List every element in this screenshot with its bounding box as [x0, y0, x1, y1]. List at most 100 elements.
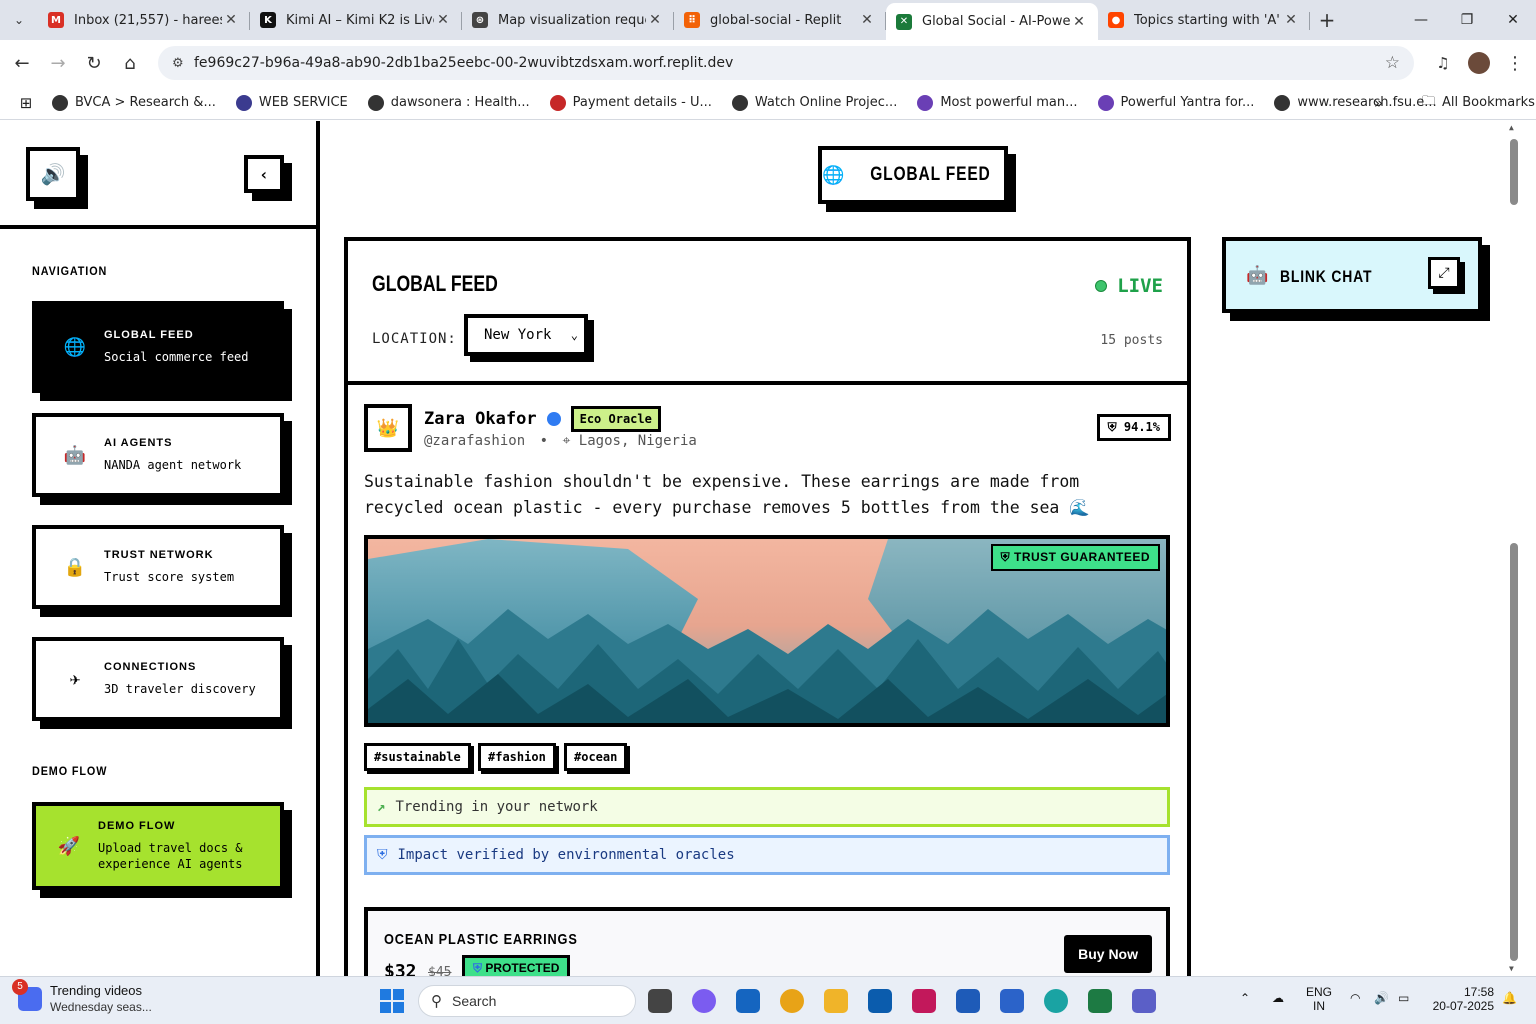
notifications-bell-icon[interactable]: 🔔	[1502, 991, 1517, 1005]
author-handle: @zarafashion	[424, 433, 526, 449]
bookmark-star-icon[interactable]: ☆	[1385, 53, 1400, 73]
widgets-button[interactable]: 5 Trending videos Wednesday seas...	[12, 978, 152, 1014]
tag-fashion[interactable]: #fashion	[478, 743, 556, 771]
bookmark-item[interactable]: Powerful Yantra for...	[1097, 94, 1254, 111]
sidebar-item-global-feed[interactable]: 🌐 GLOBAL FEED Social commerce feed	[32, 301, 284, 393]
task-view-icon[interactable]	[648, 989, 672, 1013]
post-text: Sustainable fashion shouldn't be expensi…	[364, 472, 1090, 517]
start-button[interactable]	[380, 989, 404, 1013]
apps-grid-icon[interactable]: ⊞	[0, 94, 52, 112]
bookmark-item[interactable]: Payment details - U...	[549, 94, 712, 111]
scroll-down-arrow-icon[interactable]: ▼	[1509, 964, 1514, 973]
trust-score-value: 94.1%	[1123, 420, 1160, 434]
demo-flow-card[interactable]: 🚀 DEMO FLOW Upload travel docs & experie…	[32, 802, 284, 890]
show-hidden-icons-chevron-icon[interactable]: ⌃	[1240, 991, 1250, 1005]
reload-button[interactable]: ↻	[79, 48, 109, 78]
sound-toggle-button[interactable]: 🔊	[26, 147, 80, 201]
clock[interactable]: 17:58 20-07-2025	[1428, 985, 1494, 1013]
volume-icon[interactable]: 🔊	[1374, 991, 1389, 1005]
trello-icon[interactable]	[736, 989, 760, 1013]
new-tab-button[interactable]: +	[1310, 0, 1344, 40]
notepad-icon[interactable]	[1000, 989, 1024, 1013]
restore-button[interactable]: ❐	[1444, 0, 1490, 40]
tab-close-icon[interactable]: ✕	[646, 12, 664, 28]
global-feed-header-button[interactable]: 🌐 GLOBAL FEED	[818, 146, 1008, 204]
bookmark-item[interactable]: WEB SERVICE	[235, 94, 348, 111]
tab-title: Global Social - AI-Powered	[922, 14, 1070, 29]
bookmark-label: Most powerful man...	[940, 95, 1078, 110]
home-button[interactable]: ⌂	[115, 48, 145, 78]
bookmark-favicon-icon	[367, 94, 384, 111]
tab-close-icon[interactable]: ✕	[434, 12, 452, 28]
sidebar-item-connections[interactable]: ✈ CONNECTIONS 3D traveler discovery	[32, 637, 284, 721]
scrollbar-inner-thumb[interactable]	[1510, 139, 1518, 205]
post-image[interactable]: ⛨ TRUST GUARANTEED	[364, 535, 1170, 727]
tag-ocean[interactable]: #ocean	[564, 743, 628, 771]
all-bookmarks-button[interactable]: 🗀 All Bookmarks	[1422, 92, 1535, 114]
copilot-icon[interactable]	[692, 989, 716, 1013]
chevron-down-icon: ⌄	[570, 328, 578, 342]
profile-avatar[interactable]	[1464, 48, 1494, 78]
verified-icon	[546, 412, 561, 426]
browser-tab[interactable]: ● Topics starting with 'A' on✕	[1098, 3, 1310, 37]
tab-close-icon[interactable]: ✕	[1070, 14, 1088, 30]
blink-chat-panel[interactable]: 🤖 BLINK CHAT ⤢	[1222, 237, 1482, 313]
file-explorer-icon[interactable]	[824, 989, 848, 1013]
media-control-icon[interactable]: ♫	[1428, 48, 1458, 78]
edge-icon[interactable]	[1044, 989, 1068, 1013]
bookmark-item[interactable]: Most powerful man...	[917, 94, 1078, 111]
tab-close-icon[interactable]: ✕	[858, 12, 876, 28]
tab-search-button[interactable]: ⌄	[0, 0, 38, 40]
teams-icon[interactable]	[1132, 989, 1156, 1013]
bookmark-item[interactable]: BVCA > Research &...	[52, 94, 216, 111]
buy-now-button[interactable]: Buy Now	[1064, 935, 1152, 973]
shield-icon: ⛨	[1000, 550, 1011, 564]
excel-icon[interactable]	[1088, 989, 1112, 1013]
expand-chat-button[interactable]: ⤢	[1428, 257, 1460, 289]
bookmark-item[interactable]: www.research.fsu.e...	[1274, 94, 1437, 111]
taskbar: 5 Trending videos Wednesday seas... ⚲ Se…	[0, 976, 1536, 1024]
browser-tab[interactable]: M Inbox (21,557) - hareesh.b✕	[38, 3, 250, 37]
site-info-icon[interactable]: ⚙	[172, 56, 194, 71]
bookmark-favicon-icon	[235, 94, 252, 111]
language-top: ENG	[1306, 985, 1333, 999]
bookmark-item[interactable]: Watch Online Projec...	[731, 94, 897, 111]
scrollbar-thumb[interactable]	[1510, 543, 1518, 961]
battery-icon[interactable]: ▭	[1398, 991, 1409, 1005]
page-scrollbar[interactable]: ▲ ▼	[1508, 121, 1536, 976]
store-icon[interactable]	[868, 989, 892, 1013]
browser-tab[interactable]: ✕Global Social - AI-Powered✕	[886, 3, 1098, 40]
bookmark-item[interactable]: dawsonera : Health...	[367, 94, 530, 111]
bookmark-favicon-icon	[1274, 94, 1291, 111]
tab-close-icon[interactable]: ✕	[1282, 12, 1300, 28]
browser-tab[interactable]: K Kimi AI – Kimi K2 is Live ✕	[250, 3, 462, 37]
language-indicator[interactable]: ENG IN	[1306, 985, 1332, 1013]
back-button[interactable]: ←	[7, 48, 37, 78]
snipping-tool-icon[interactable]	[912, 989, 936, 1013]
forward-button[interactable]: →	[43, 48, 73, 78]
url-input[interactable]: ⚙ fe969c27-b96a-49a8-ab90-2db1ba25eebc-0…	[158, 46, 1414, 80]
wifi-icon[interactable]: ◠	[1350, 991, 1360, 1005]
bookmark-label: WEB SERVICE	[258, 95, 348, 110]
tab-close-icon[interactable]: ✕	[222, 12, 240, 28]
bookmarks-overflow-button[interactable]: »	[1374, 94, 1383, 112]
close-window-button[interactable]: ✕	[1490, 0, 1536, 40]
collapse-sidebar-button[interactable]: ‹	[244, 155, 284, 193]
minimize-button[interactable]: —	[1398, 0, 1444, 40]
word-icon[interactable]	[956, 989, 980, 1013]
author-name[interactable]: Zara Okafor	[424, 409, 537, 429]
taskbar-search[interactable]: ⚲ Search	[418, 985, 636, 1017]
avatar[interactable]: 👑	[364, 404, 412, 452]
browser-menu-icon[interactable]: ⋮	[1500, 48, 1530, 78]
protected-badge: ⛨ PROTECTED	[462, 955, 571, 976]
scroll-up-arrow-icon[interactable]: ▲	[1509, 123, 1514, 132]
browser-tab[interactable]: ⊛ Map visualization request✕	[462, 3, 674, 37]
onedrive-icon[interactable]: ☁	[1272, 991, 1284, 1005]
tab-favicon-icon: K	[260, 12, 276, 28]
location-select[interactable]: New York ⌄	[464, 314, 588, 356]
browser-tab[interactable]: ⠿ global-social - Replit ✕	[674, 3, 886, 37]
tag-sustainable[interactable]: #sustainable	[364, 743, 471, 771]
sidebar-item-ai-agents[interactable]: 🤖 AI AGENTS NANDA agent network	[32, 413, 284, 497]
sidebar-item-trust-network[interactable]: 🔒 TRUST NETWORK Trust score system	[32, 525, 284, 609]
chrome-icon[interactable]	[780, 989, 804, 1013]
